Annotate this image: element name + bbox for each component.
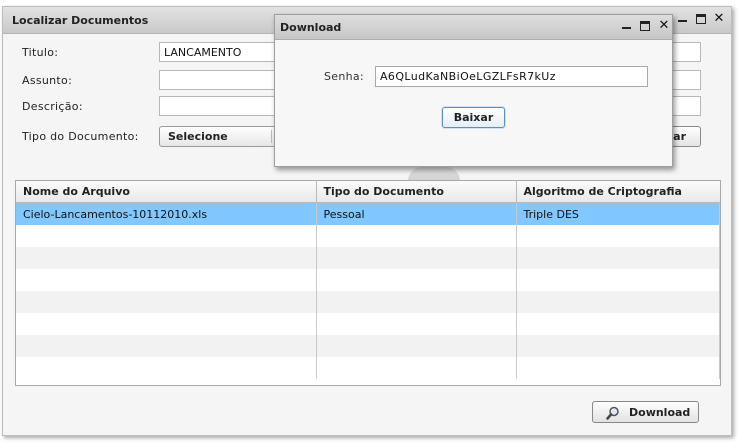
empty-row <box>16 335 720 357</box>
empty-row <box>16 313 720 335</box>
cell-algoritmo[interactable]: Triple DES <box>516 202 720 225</box>
download-button-label: Download <box>629 406 691 419</box>
column-header-tipo[interactable]: Tipo do Documento <box>316 181 517 203</box>
cell-tipo[interactable]: Pessoal <box>316 202 517 225</box>
select-divider <box>271 130 272 143</box>
globe-logo <box>408 167 460 181</box>
dialog-maximize-icon[interactable] <box>637 18 653 34</box>
senha-label: Senha: <box>324 70 364 83</box>
magnifier-icon <box>606 406 620 423</box>
dialog-close-icon[interactable]: ✕ <box>656 18 672 34</box>
column-header-algoritmo[interactable]: Algoritmo de Criptografia <box>516 181 720 203</box>
main-window-title: Localizar Documentos <box>12 14 149 27</box>
close-icon[interactable]: ✕ <box>711 11 727 27</box>
empty-row <box>16 247 720 269</box>
dialog-title-bar[interactable]: Download ✕ <box>275 15 672 40</box>
cell-nome[interactable]: Cielo-Lancamentos-10112010.xls <box>16 202 317 225</box>
empty-row <box>16 269 720 291</box>
maximize-icon[interactable] <box>693 11 709 27</box>
empty-row <box>16 291 720 313</box>
assunto-label: Assunto: <box>22 74 73 87</box>
descricao-label: Descrição: <box>22 100 83 113</box>
senha-field[interactable]: A6QLudKaNBiOeLGZLFsR7kUz <box>375 66 648 87</box>
titulo-label: Titulo: <box>22 46 59 59</box>
dialog-body: Senha: A6QLudKaNBiOeLGZLFsR7kUz Baixar <box>275 40 672 166</box>
minimize-icon[interactable] <box>674 11 690 27</box>
empty-row <box>16 357 720 379</box>
download-button[interactable]: Download <box>592 401 699 423</box>
baixar-button[interactable]: Baixar <box>442 107 505 128</box>
download-dialog: Download ✕ Senha: A6QLudKaNBiOeLGZLFsR7k… <box>274 14 673 167</box>
tipo-documento-label: Tipo do Documento: <box>22 130 139 143</box>
documents-grid: Nome do Arquivo Tipo do Documento Algori… <box>15 180 721 386</box>
dialog-minimize-icon[interactable] <box>618 18 634 34</box>
empty-row <box>16 225 720 247</box>
table-row[interactable]: Cielo-Lancamentos-10112010.xls Pessoal T… <box>16 202 720 225</box>
column-header-nome[interactable]: Nome do Arquivo <box>16 181 317 203</box>
dialog-title: Download <box>280 21 342 34</box>
tipo-documento-selected: Selecione <box>168 130 228 143</box>
grid-header-row: Nome do Arquivo Tipo do Documento Algori… <box>16 181 720 203</box>
